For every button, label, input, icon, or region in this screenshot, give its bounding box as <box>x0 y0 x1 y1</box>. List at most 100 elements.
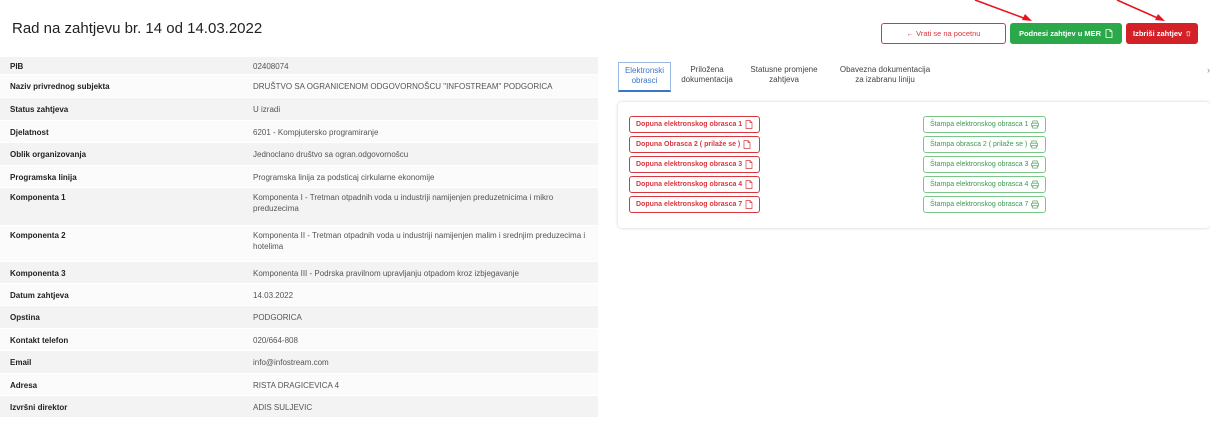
detail-label: Izvršni direktor <box>10 403 68 412</box>
detail-label: Programska linija <box>10 173 77 182</box>
print-form-label: Štampa elektronskog obrasca 1 <box>930 121 1029 128</box>
detail-value: 02408074 <box>253 62 289 71</box>
printer-icon <box>1031 160 1040 169</box>
print-form-label: Štampa elektronskog obrasca 7 <box>930 201 1029 208</box>
print-form-label: Štampa obrasca 2 ( prilaže se ) <box>930 141 1028 148</box>
detail-row: Oblik organizovanja Jednoclano društvo sa… <box>0 143 598 166</box>
detail-value: 6201 - Kompjutersko programiranje <box>253 128 379 137</box>
detail-label: Email <box>10 358 32 367</box>
edit-form-label: Dopuna elektronskog obrasca 3 <box>636 161 743 168</box>
detail-row: Adresa RISTA DRAGICEVICA 4 <box>0 374 598 396</box>
tab-label: Statusne promjene <box>750 65 818 74</box>
edit-form-button[interactable]: Dopuna elektronskog obrasca 3 <box>629 156 761 173</box>
tab-label: dokumentacija <box>681 75 733 84</box>
tab-label: Priložena <box>690 65 724 74</box>
detail-value: 020/664-808 <box>253 336 298 345</box>
tab-status-changes[interactable]: Statusne promjene zahtjeva <box>743 62 825 92</box>
detail-value: Programska linija za podsticaj cirkularn… <box>253 173 435 182</box>
print-form-button[interactable]: Štampa elektronskog obrasca 4 <box>923 176 1047 193</box>
document-icon <box>745 160 753 169</box>
edit-form-button[interactable]: Dopuna Obrasca 2 ( prilaže se ) <box>629 136 761 153</box>
submit-to-mer-button[interactable]: Podnesi zahtjev u MER <box>1010 23 1122 44</box>
tab-label: za izabranu liniju <box>855 75 915 84</box>
detail-value: Jednoclano društvo sa ogran.odgovornošcu <box>253 150 409 159</box>
delete-request-label: Izbriši zahtjev <box>1133 29 1183 38</box>
detail-value: Komponenta I - Tretman otpadnih voda u i… <box>253 193 554 213</box>
detail-row: PIB 02408074 <box>0 57 598 75</box>
edit-form-label: Dopuna elektronskog obrasca 4 <box>636 181 743 188</box>
edit-form-label: Dopuna Obrasca 2 ( prilaže se ) <box>636 141 741 148</box>
print-form-label: Štampa elektronskog obrasca 3 <box>930 161 1029 168</box>
detail-row: Opstina PODGORICA <box>0 306 598 329</box>
detail-value: U izradi <box>253 105 281 114</box>
detail-value: info@infostream.com <box>253 358 329 367</box>
edit-form-label: Dopuna elektronskog obrasca 1 <box>636 121 743 128</box>
top-actions: ← Vrati se na pocetnu Podnesi zahtjev u … <box>881 23 1198 44</box>
detail-value: DRUŠTVO SA OGRANICENOM ODGOVORNOŠCU "INF… <box>253 82 553 91</box>
back-to-home-button[interactable]: ← Vrati se na pocetnu <box>881 23 1006 44</box>
detail-row: Naziv privrednog subjekta DRUŠTVO SA OGRA… <box>0 75 598 98</box>
delete-request-button[interactable]: Izbriši zahtjev <box>1126 23 1198 44</box>
detail-label: Datum zahtjeva <box>10 291 69 300</box>
page-title: Rad na zahtjevu br. 14 od 14.03.2022 <box>12 20 263 37</box>
edit-form-button[interactable]: Dopuna elektronskog obrasca 1 <box>629 116 761 133</box>
tab-attached-documentation[interactable]: Priložena dokumentacija <box>671 62 743 92</box>
detail-label: Adresa <box>10 381 38 390</box>
submit-to-mer-label: Podnesi zahtjev u MER <box>1018 29 1102 38</box>
tab-bar: Elektronski obrasci Priložena dokumentac… <box>618 62 1210 92</box>
detail-row: Kontakt telefon 020/664-808 <box>0 329 598 351</box>
detail-row: Programska linija Programska linija za po… <box>0 166 598 188</box>
detail-value: Komponenta III - Podrska pravilnom uprav… <box>253 269 519 278</box>
tab-label: zahtjeva <box>769 75 799 84</box>
detail-row: Izvršni direktor ADIS SULJEVIC <box>0 396 598 418</box>
detail-label: Komponenta 2 <box>10 231 66 240</box>
tab-label: Obavezna dokumentacija <box>839 65 931 74</box>
detail-row: Komponenta 3 Komponenta III - Podrska pra… <box>0 262 598 284</box>
document-icon <box>745 200 753 209</box>
detail-row: Email info@infostream.com <box>0 351 598 374</box>
detail-value: 14.03.2022 <box>253 291 294 300</box>
print-form-button[interactable]: Štampa elektronskog obrasca 7 <box>923 196 1047 213</box>
electronic-forms-panel: Dopuna elektronskog obrasca 1 Dopuna Obra… <box>618 102 1210 228</box>
detail-value: RISTA DRAGICEVICA 4 <box>253 381 340 390</box>
detail-label: Opstina <box>10 313 40 322</box>
document-icon <box>743 140 751 149</box>
edit-form-label: Dopuna elektronskog obrasca 7 <box>636 201 743 208</box>
detail-label: Oblik organizovanja <box>10 150 87 159</box>
printer-icon <box>1031 180 1040 189</box>
print-form-button[interactable]: Štampa elektronskog obrasca 1 <box>923 116 1047 133</box>
detail-label: Djelatnost <box>10 128 49 137</box>
back-to-home-label: ← Vrati se na pocetnu <box>906 29 981 38</box>
print-form-button[interactable]: Štampa obrasca 2 ( prilaže se ) <box>923 136 1047 153</box>
print-form-label: Štampa elektronskog obrasca 4 <box>930 181 1029 188</box>
detail-label: Kontakt telefon <box>10 336 69 345</box>
tab-label: Elektronski <box>624 66 665 75</box>
edit-form-button[interactable]: Dopuna elektronskog obrasca 4 <box>629 176 761 193</box>
edit-forms-column: Dopuna elektronskog obrasca 1 Dopuna Obra… <box>629 116 761 213</box>
print-form-button[interactable]: Štampa elektronskog obrasca 3 <box>923 156 1047 173</box>
print-forms-column: Štampa elektronskog obrasca 1 Štampa obra… <box>923 116 1047 213</box>
detail-value: PODGORICA <box>253 313 302 322</box>
detail-row: Djelatnost 6201 - Kompjutersko programira… <box>0 121 598 143</box>
detail-label: Status zahtjeva <box>10 105 69 114</box>
document-icon <box>745 120 753 129</box>
detail-row: Komponenta 1 Komponenta I - Tretman otpad… <box>0 188 598 226</box>
printer-icon <box>1030 140 1039 149</box>
tab-electronic-forms[interactable]: Elektronski obrasci <box>618 62 671 92</box>
document-icon <box>1105 29 1113 38</box>
request-details-table: PIB 02408074 Naziv privrednog subjekta DRUŠ… <box>0 57 598 418</box>
tab-label: obrasci <box>631 76 658 85</box>
detail-value: ADIS SULJEVIC <box>253 403 313 412</box>
detail-label: Naziv privrednog subjekta <box>10 82 110 91</box>
detail-label: PIB <box>10 62 24 71</box>
detail-label: Komponenta 3 <box>10 269 66 278</box>
edit-form-button[interactable]: Dopuna elektronskog obrasca 7 <box>629 196 761 213</box>
detail-label: Komponenta 1 <box>10 193 66 202</box>
detail-row: Status zahtjeva U izradi <box>0 98 598 121</box>
document-icon <box>745 180 753 189</box>
tab-mandatory-documentation[interactable]: Obavezna dokumentacija za izabranu linij… <box>825 62 945 92</box>
detail-row: Komponenta 2 Komponenta II - Tretman otpa… <box>0 226 598 262</box>
printer-icon <box>1031 200 1040 209</box>
trash-icon <box>1186 31 1191 37</box>
printer-icon <box>1031 120 1040 129</box>
